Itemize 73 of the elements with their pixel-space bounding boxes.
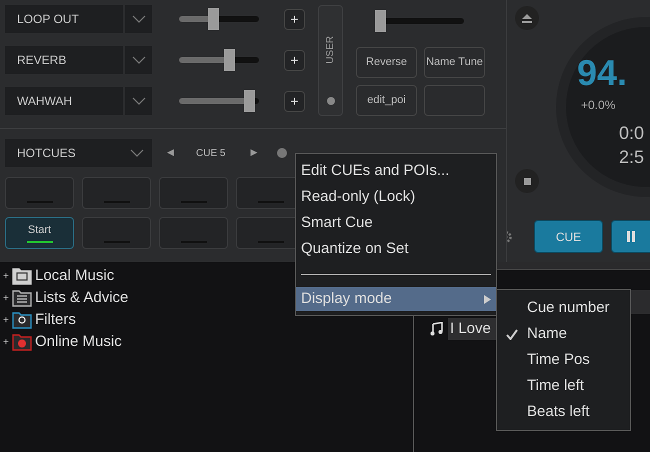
effect-dropdown[interactable]: REVERB (5, 46, 152, 74)
hotcue-pad[interactable]: Start (5, 217, 74, 249)
tree-label: Online Music (35, 332, 122, 352)
effect-dropdown[interactable]: WAHWAH (5, 87, 152, 115)
menu-item[interactable]: Edit CUEs and POIs... (296, 158, 496, 184)
effect-dropdown[interactable]: HOTCUES (5, 139, 152, 167)
cue-label: CUE 5 (196, 146, 226, 160)
sampler-button[interactable]: edit_poi (356, 85, 417, 116)
globe-folder-icon (12, 333, 32, 351)
sampler-button[interactable]: Name Tune (424, 47, 485, 78)
user-label: USER (324, 36, 337, 64)
menu-item[interactable]: Display mode (296, 287, 496, 311)
menu-item[interactable]: Quantize on Set (296, 236, 496, 262)
tree-label: Lists & Advice (35, 288, 128, 308)
led-icon (277, 148, 288, 158)
slider[interactable] (179, 90, 259, 112)
tree-item[interactable]: + Online Music (0, 331, 413, 353)
submenu-item[interactable]: Cue number (497, 295, 630, 321)
chevron-down-icon (132, 56, 146, 64)
menu-item[interactable]: Read-only (Lock) (296, 184, 496, 210)
slider[interactable] (376, 10, 464, 32)
sampler-button[interactable]: Reverse (356, 47, 417, 78)
next-button[interactable]: ▶ (250, 146, 258, 160)
submenu-item[interactable]: Time left (497, 373, 630, 399)
slider[interactable] (179, 49, 259, 71)
expand-toggle[interactable]: + (3, 312, 12, 328)
elapsed-time: 0:0 (619, 122, 646, 144)
stop-icon (524, 178, 530, 184)
expand-toggle[interactable]: + (3, 268, 12, 284)
add-button[interactable]: + (284, 50, 305, 70)
expand-toggle[interactable]: + (3, 290, 12, 306)
pitch-value: +0.0% (581, 97, 616, 114)
submenu-item[interactable]: Time Pos (497, 347, 630, 373)
dropdown-label: REVERB (5, 46, 123, 74)
led-icon (326, 97, 334, 105)
slider-thumb[interactable] (375, 10, 386, 32)
remaining-time: 2:5 (619, 146, 646, 168)
eject-icon (522, 14, 532, 22)
music-note-icon (430, 322, 444, 336)
search-folder-icon (12, 311, 32, 329)
chevron-down-icon (132, 97, 146, 105)
effect-dropdown[interactable]: LOOP OUT (5, 5, 152, 33)
track-title[interactable]: I Love (448, 318, 499, 340)
slider-thumb[interactable] (244, 90, 256, 112)
dropdown-label: LOOP OUT (5, 5, 123, 33)
user-panel[interactable]: USER (318, 5, 343, 116)
tree-item[interactable]: + Local Music (0, 265, 413, 287)
submenu-item[interactable]: Beats left (497, 399, 630, 425)
bpm-value: 94. (577, 53, 628, 93)
dropdown-label: WAHWAH (5, 87, 123, 115)
pause-icon (627, 231, 635, 242)
list-folder-icon (12, 289, 32, 307)
chevron-down-icon (132, 15, 146, 23)
slider-thumb[interactable] (224, 49, 235, 71)
stop-button[interactable] (515, 169, 539, 193)
jog-wheel[interactable]: 94. +0.0% 0:0 2:5 (556, 17, 650, 197)
prev-button[interactable]: ◀ (167, 146, 174, 160)
chevron-down-icon (130, 149, 144, 157)
add-button[interactable]: + (284, 8, 305, 30)
tree-label: Filters (35, 310, 76, 330)
eject-button[interactable] (515, 6, 539, 30)
menu-item[interactable]: Smart Cue (296, 210, 496, 236)
expand-toggle[interactable]: + (3, 334, 12, 350)
tree-item[interactable]: + Filters (0, 309, 413, 331)
dropdown-label: HOTCUES (5, 139, 122, 167)
monitor-folder-icon (12, 267, 32, 285)
tree-label: Local Music (35, 266, 114, 286)
slider-thumb[interactable] (208, 8, 219, 30)
cue-button[interactable]: CUE (534, 220, 603, 253)
slider[interactable] (179, 8, 259, 30)
add-button[interactable]: + (284, 90, 305, 112)
submenu-item[interactable]: Name (497, 321, 630, 347)
submenu-arrow-icon (484, 294, 491, 304)
